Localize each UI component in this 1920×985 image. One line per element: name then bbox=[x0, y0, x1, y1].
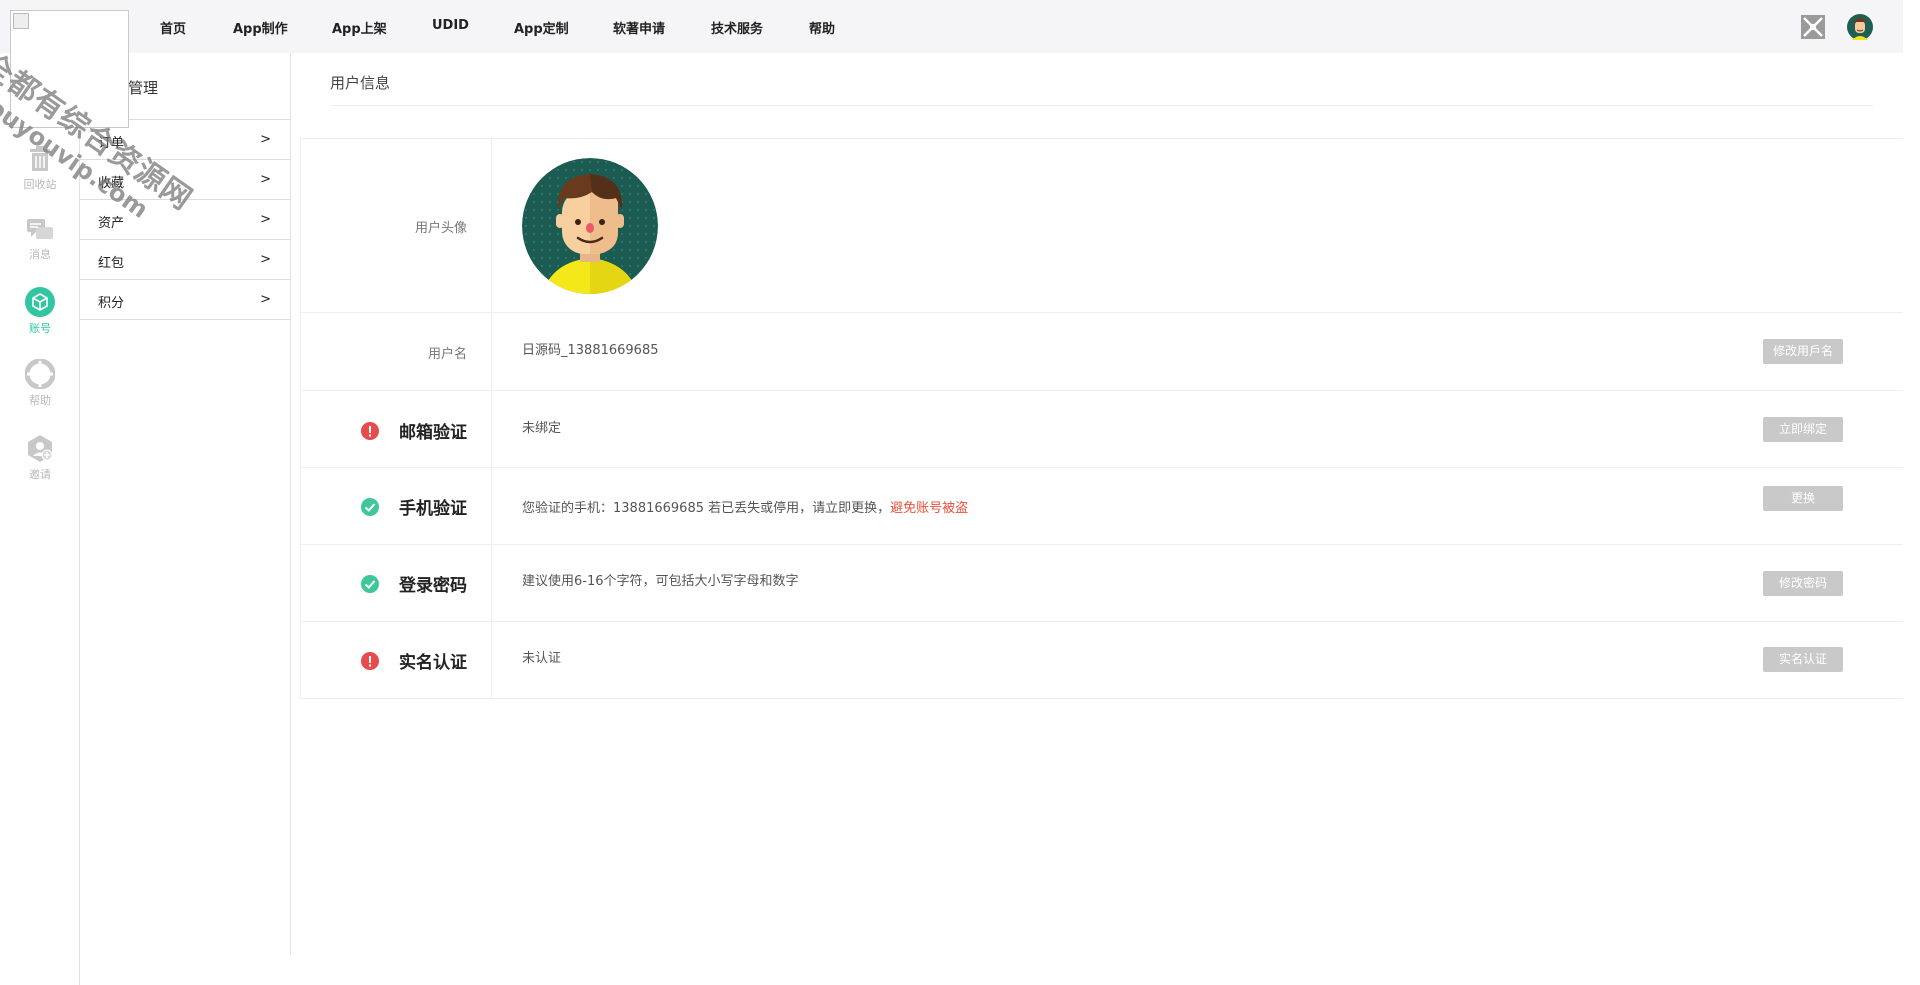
user-avatar[interactable] bbox=[522, 158, 658, 294]
rail-item-messages[interactable]: 消息 bbox=[0, 217, 80, 262]
chevron-right-icon: > bbox=[260, 212, 271, 227]
sidebar-item-assets[interactable]: 资产 > bbox=[80, 200, 291, 240]
trash-icon bbox=[30, 146, 50, 171]
sidebar-item-label: 资产 bbox=[98, 216, 125, 231]
phone-label: 手机验证 bbox=[399, 499, 467, 519]
check-circle-icon bbox=[361, 575, 379, 593]
change-username-button[interactable]: 修改用戶名 bbox=[1763, 339, 1843, 364]
sidebar-item-favorites[interactable]: 收藏 > bbox=[80, 160, 291, 200]
change-password-button[interactable]: 修改密码 bbox=[1763, 571, 1843, 596]
nav-item-tech-service[interactable]: 技术服务 bbox=[711, 18, 763, 37]
error-icon bbox=[361, 422, 379, 440]
sidebar-item-red-packets[interactable]: 红包 > bbox=[80, 240, 291, 280]
rail-label: 账号 bbox=[29, 322, 51, 335]
nav-item-udid[interactable]: UDID bbox=[432, 18, 469, 33]
chevron-right-icon: > bbox=[260, 172, 271, 187]
title-divider bbox=[330, 105, 1873, 106]
apps-grid-icon[interactable] bbox=[1800, 14, 1826, 40]
row-password: 登录密码 建议使用6-16个字符，可包括大小写字母和数字 修改密码 bbox=[300, 545, 1903, 622]
help-icon bbox=[25, 359, 55, 389]
row-username: 用户名 日源码_13881669685 修改用戶名 bbox=[300, 313, 1903, 391]
nav-item-app-make[interactable]: App制作 bbox=[233, 18, 288, 37]
rail-label: 帮助 bbox=[29, 394, 51, 407]
sidebar-item-label: 积分 bbox=[98, 296, 125, 311]
row-avatar: 用户头像 bbox=[300, 139, 1903, 313]
sidebar-item-label: 订单 bbox=[98, 136, 125, 151]
chevron-right-icon: > bbox=[260, 292, 271, 307]
username-value: 日源码_13881669685 bbox=[522, 343, 659, 358]
password-label: 登录密码 bbox=[399, 576, 467, 596]
nav-item-app-publish[interactable]: App上架 bbox=[332, 18, 387, 37]
rail-item-trash[interactable]: 回收站 bbox=[0, 145, 80, 192]
rail-label: 回收站 bbox=[23, 178, 57, 191]
phone-value: 您验证的手机：13881669685 若已丢失或停用，请立即更换，避免账号被盗 bbox=[522, 497, 968, 516]
nav-item-copyright[interactable]: 软著申请 bbox=[613, 18, 665, 37]
rail-item-help[interactable]: 帮助 bbox=[0, 359, 80, 408]
account-icon bbox=[25, 287, 55, 317]
rail-item-account[interactable]: 账号 bbox=[0, 287, 80, 336]
username-label: 用户名 bbox=[427, 347, 467, 362]
nav-item-home[interactable]: 首页 bbox=[160, 18, 186, 37]
sidebar-item-points[interactable]: 积分 > bbox=[80, 280, 291, 320]
sidebar-item-label: 红包 bbox=[98, 256, 125, 271]
row-label-cell: 实名认证 bbox=[300, 622, 492, 698]
user-info-table: 用户头像 用户名 日源码_13881669685 修改用戶名 邮箱验证 未绑定 … bbox=[300, 138, 1903, 699]
avatar-label: 用户头像 bbox=[414, 221, 467, 236]
nav-item-app-custom[interactable]: App定制 bbox=[514, 18, 569, 37]
phone-warning-text: 避免账号被盗 bbox=[890, 501, 969, 516]
rail-label: 消息 bbox=[29, 248, 51, 261]
row-label-cell: 邮箱验证 bbox=[300, 391, 492, 467]
page-title: 用户信息 bbox=[330, 74, 391, 92]
invite-icon bbox=[28, 435, 53, 462]
row-label-cell: 用户名 bbox=[300, 313, 492, 390]
password-value: 建议使用6-16个字符，可包括大小写字母和数字 bbox=[522, 574, 799, 589]
account-sidebar: 账户管理 订单 > 收藏 > 资产 > 红包 > 积分 > bbox=[80, 53, 291, 955]
bind-email-button[interactable]: 立即绑定 bbox=[1763, 417, 1843, 442]
row-label-cell: 手机验证 bbox=[300, 468, 492, 544]
logo-placeholder bbox=[10, 10, 129, 128]
row-phone: 手机验证 您验证的手机：13881669685 若已丢失或停用，请立即更换，避免… bbox=[300, 468, 1903, 545]
chevron-right-icon: > bbox=[260, 132, 271, 147]
nav-item-help[interactable]: 帮助 bbox=[809, 18, 835, 37]
realname-verify-button[interactable]: 实名认证 bbox=[1763, 647, 1843, 672]
sidebar-menu: 订单 > 收藏 > 资产 > 红包 > 积分 > bbox=[80, 119, 291, 320]
broken-image-icon bbox=[13, 13, 29, 29]
rail-label: 邀请 bbox=[29, 468, 51, 481]
row-label-cell: 登录密码 bbox=[300, 545, 492, 621]
email-value: 未绑定 bbox=[522, 421, 562, 436]
user-avatar-icon[interactable] bbox=[1847, 14, 1873, 40]
row-email: 邮箱验证 未绑定 立即绑定 bbox=[300, 391, 1903, 468]
realname-value: 未认证 bbox=[522, 651, 562, 666]
message-icon bbox=[27, 219, 53, 239]
rail-item-invite[interactable]: 邀请 bbox=[0, 433, 80, 482]
chevron-right-icon: > bbox=[260, 252, 271, 267]
check-circle-icon bbox=[361, 498, 379, 516]
row-label-cell: 用户头像 bbox=[300, 139, 492, 312]
email-label: 邮箱验证 bbox=[399, 423, 467, 443]
sidebar-item-label: 收藏 bbox=[98, 176, 125, 191]
change-phone-button[interactable]: 更换 bbox=[1763, 486, 1843, 511]
error-icon bbox=[361, 652, 379, 670]
icon-rail: 应用 回收站 消息 账号 帮助 bbox=[0, 53, 80, 985]
row-realname: 实名认证 未认证 实名认证 bbox=[300, 622, 1903, 699]
realname-label: 实名认证 bbox=[399, 653, 467, 673]
top-bar: 首页 App制作 App上架 UDID App定制 软著申请 技术服务 帮助 bbox=[0, 0, 1903, 53]
phone-value-text: 您验证的手机：13881669685 若已丢失或停用，请立即更换， bbox=[522, 501, 891, 516]
